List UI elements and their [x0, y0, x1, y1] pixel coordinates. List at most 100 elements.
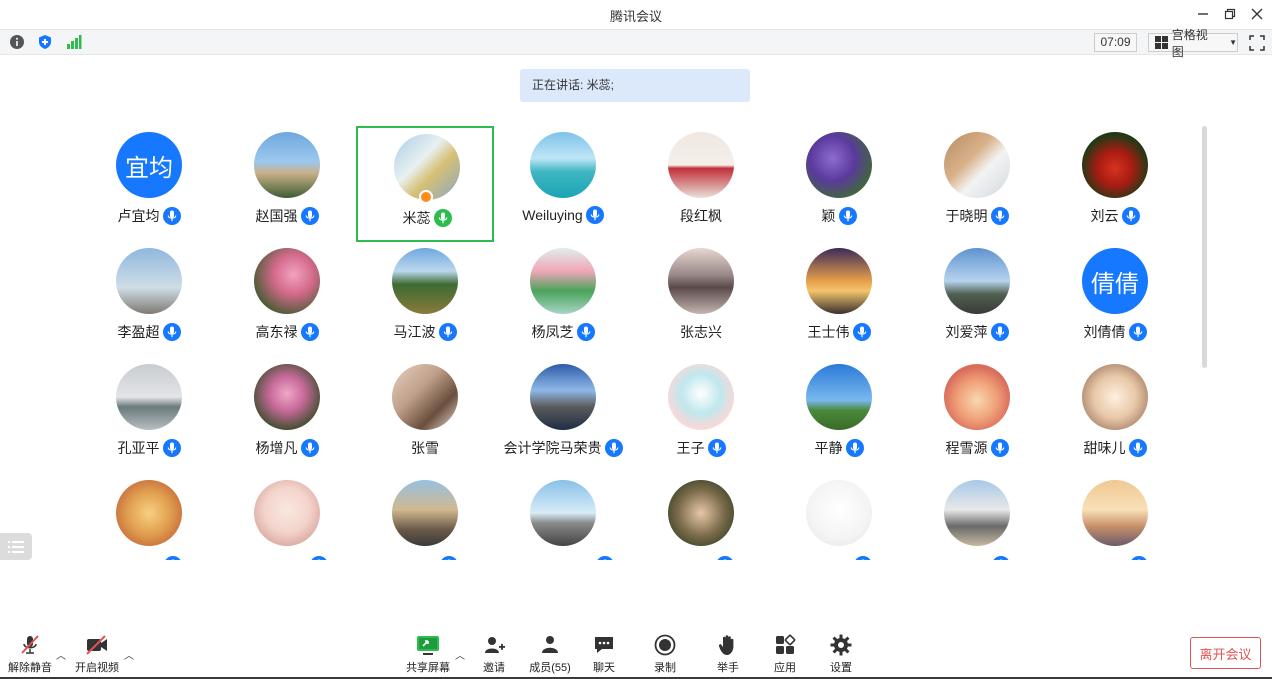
- share-screen-icon: [415, 633, 441, 657]
- participant-name-row: 马江波: [356, 322, 494, 342]
- raise-hand-button[interactable]: 举手: [700, 633, 756, 677]
- mic-icon: [310, 556, 328, 560]
- window-title: 腾讯会议: [609, 9, 662, 24]
- share-options-caret[interactable]: ︿: [455, 647, 465, 662]
- participant-name-row: 平静: [770, 438, 908, 458]
- minimize-icon[interactable]: [1192, 4, 1214, 24]
- participant-name-row: 赵国强: [218, 206, 356, 226]
- view-mode-dropdown[interactable]: 宫格视图 ▼: [1148, 28, 1238, 59]
- participant-name: 赵国强: [255, 208, 298, 224]
- mic-icon: [576, 323, 595, 341]
- participant-tile[interactable]: 张雪: [356, 358, 494, 474]
- participant-name: 刘倩倩: [1083, 324, 1126, 340]
- mic-icon: [992, 556, 1010, 560]
- participant-tile-partial[interactable]: [80, 474, 218, 560]
- participant-tile-partial[interactable]: [494, 474, 632, 560]
- avatar: [668, 364, 734, 430]
- participant-name-row: 米蕊: [358, 208, 496, 228]
- participant-tile[interactable]: 米蕊: [356, 126, 494, 242]
- start-video-label: 开启视频: [75, 662, 119, 674]
- members-button[interactable]: 成员(55): [522, 633, 578, 677]
- title-bar: 腾讯会议: [0, 0, 1272, 29]
- participant-tile[interactable]: 宜均 卢宜均: [80, 126, 218, 242]
- participant-name-row: 张志兴: [632, 322, 770, 342]
- avatar: [254, 248, 320, 314]
- participant-tile[interactable]: 甜味儿: [1046, 358, 1184, 474]
- participant-tile[interactable]: 王子: [632, 358, 770, 474]
- record-label: 录制: [654, 662, 676, 674]
- audio-options-caret[interactable]: ︿: [56, 647, 66, 662]
- participant-tile[interactable]: 张志兴: [632, 242, 770, 358]
- mic-icon: [596, 556, 614, 560]
- avatar: [530, 364, 596, 430]
- apps-button[interactable]: 应用: [757, 633, 813, 677]
- participant-tile[interactable]: 于晓明: [908, 126, 1046, 242]
- start-video-button[interactable]: 开启视频: [69, 633, 125, 677]
- participant-name-row: 杨凤芝: [494, 322, 632, 342]
- participant-tile-partial[interactable]: [908, 474, 1046, 560]
- participant-tile[interactable]: 杨增凡: [218, 358, 356, 474]
- participant-tile[interactable]: 段红枫: [632, 126, 770, 242]
- avatar: [668, 480, 734, 546]
- participant-tile[interactable]: 马江波: [356, 242, 494, 358]
- participant-tile[interactable]: Weiluying: [494, 126, 632, 242]
- participant-tile-partial[interactable]: [356, 474, 494, 560]
- fullscreen-icon[interactable]: [1249, 35, 1265, 51]
- avatar: [806, 364, 872, 430]
- participant-tile[interactable]: 李盈超: [80, 242, 218, 358]
- participant-tile[interactable]: 颖: [770, 126, 908, 242]
- mic-muted-icon: [17, 633, 43, 657]
- participant-name-row: 卢宜均: [80, 206, 218, 226]
- participant-tile-partial[interactable]: [770, 474, 908, 560]
- meeting-timer: 07:09: [1094, 33, 1137, 52]
- participant-tile[interactable]: 赵国强: [218, 126, 356, 242]
- participant-name-row: 高东禄: [218, 322, 356, 342]
- avatar: [116, 480, 182, 546]
- participant-name-row: 于晓明: [908, 206, 1046, 226]
- video-options-caret[interactable]: ︿: [124, 647, 134, 662]
- participant-tile[interactable]: 孔亚平: [80, 358, 218, 474]
- mic-icon: [300, 439, 319, 457]
- participant-tile[interactable]: 刘云: [1046, 126, 1184, 242]
- invite-button[interactable]: 邀请: [466, 633, 522, 677]
- record-icon: [652, 633, 678, 657]
- info-icon[interactable]: [9, 34, 25, 50]
- participant-tile[interactable]: 高东禄: [218, 242, 356, 358]
- participant-tile[interactable]: 程雪源: [908, 358, 1046, 474]
- participant-tile[interactable]: 平静: [770, 358, 908, 474]
- participant-tile-partial[interactable]: [1046, 474, 1184, 560]
- share-screen-button[interactable]: 共享屏幕: [400, 633, 456, 677]
- participant-tile[interactable]: 倩倩 刘倩倩: [1046, 242, 1184, 358]
- avatar: [530, 248, 596, 314]
- top-toolbar: 07:09 宫格视图 ▼: [0, 28, 1272, 59]
- participant-tile-partial[interactable]: [632, 474, 770, 560]
- participant-name: 平静: [814, 440, 843, 456]
- participant-tile[interactable]: 会计学院马荣贵: [494, 358, 632, 474]
- participant-tile[interactable]: 王士伟: [770, 242, 908, 358]
- apps-icon: [772, 633, 798, 657]
- shield-icon[interactable]: [37, 34, 53, 50]
- participant-name: 马江波: [393, 324, 436, 340]
- participant-tile[interactable]: 杨凤芝: [494, 242, 632, 358]
- grid-scrollbar[interactable]: [1202, 126, 1207, 368]
- unmute-button[interactable]: 解除静音: [2, 633, 58, 677]
- view-mode-label: 宫格视图: [1171, 27, 1208, 59]
- signal-icon: [66, 34, 82, 50]
- participant-tile[interactable]: 刘爱萍: [908, 242, 1046, 358]
- close-icon[interactable]: [1246, 4, 1268, 24]
- chat-button[interactable]: 聊天: [576, 633, 632, 677]
- avatar: [944, 364, 1010, 430]
- record-button[interactable]: 录制: [637, 633, 693, 677]
- add-user-icon: [481, 633, 507, 657]
- participant-name-row: 李盈超: [80, 322, 218, 342]
- participant-tile-partial[interactable]: [218, 474, 356, 560]
- settings-button[interactable]: 设置: [813, 633, 869, 677]
- mic-icon: [164, 556, 182, 560]
- participant-name: 于晓明: [945, 208, 988, 224]
- leave-meeting-button[interactable]: 离开会议: [1190, 637, 1261, 669]
- restore-icon[interactable]: [1219, 4, 1241, 24]
- invite-label: 邀请: [483, 662, 505, 674]
- mic-icon: [585, 206, 604, 224]
- side-list-button[interactable]: [0, 533, 32, 560]
- apps-label: 应用: [774, 662, 796, 674]
